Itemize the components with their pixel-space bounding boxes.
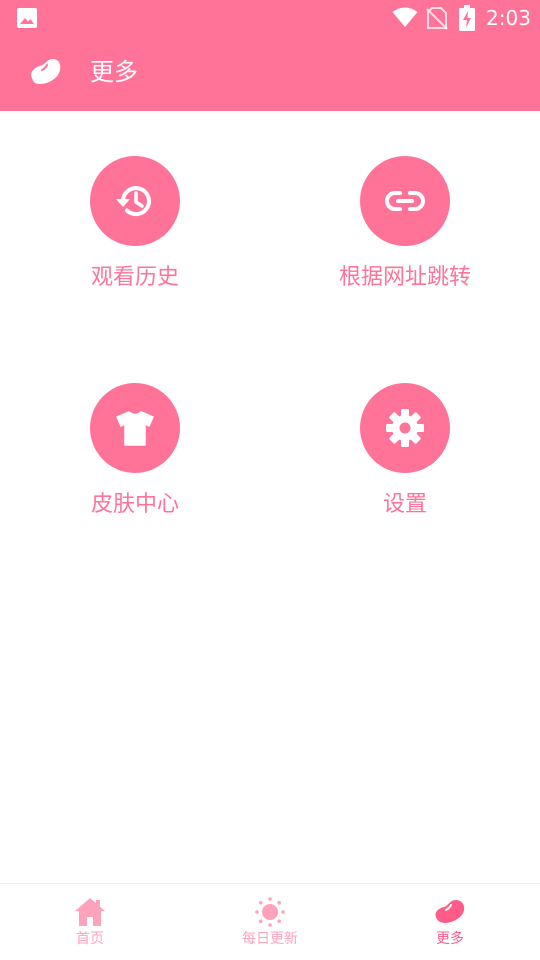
page-title: 更多	[90, 58, 138, 86]
menu-item-history[interactable]: 观看历史	[0, 156, 270, 326]
bean-icon	[435, 900, 465, 923]
app-header: 2:03 更多	[0, 0, 540, 111]
sun-icon	[255, 897, 285, 927]
nav-label: 更多	[436, 931, 464, 947]
history-icon	[116, 186, 151, 217]
menu-item-label: 皮肤中心	[90, 492, 179, 517]
settings-button[interactable]	[360, 383, 450, 473]
menu-item-url-jump[interactable]: 根据网址跳转	[270, 156, 540, 326]
link-icon	[385, 191, 425, 211]
bean-icon	[31, 59, 61, 84]
toolbar: 更多	[0, 36, 540, 111]
battery-charging-icon	[459, 5, 475, 31]
nav-tab-more[interactable]: 更多	[360, 884, 540, 960]
tshirt-icon	[116, 411, 154, 446]
bottom-navigation: 首页 每日更新 更多	[0, 883, 540, 960]
status-clock: 2:03	[486, 6, 531, 30]
menu-item-label: 观看历史	[90, 265, 179, 290]
url-jump-button[interactable]	[360, 156, 450, 246]
skin-center-button[interactable]	[90, 383, 180, 473]
nav-tab-home[interactable]: 首页	[0, 884, 180, 960]
menu-item-label: 根据网址跳转	[338, 265, 471, 290]
menu-item-settings[interactable]: 设置	[270, 383, 540, 553]
menu-item-skin-center[interactable]: 皮肤中心	[0, 383, 270, 553]
menu-item-label: 设置	[382, 492, 427, 517]
nav-label: 每日更新	[242, 931, 298, 947]
home-icon	[75, 898, 105, 926]
no-sim-icon	[426, 7, 448, 30]
nav-tab-daily-update[interactable]: 每日更新	[180, 884, 360, 960]
gallery-icon	[17, 8, 37, 28]
history-button[interactable]	[90, 156, 180, 246]
nav-label: 首页	[76, 931, 104, 947]
wifi-icon	[392, 7, 418, 27]
status-bar: 2:03	[0, 0, 540, 36]
gear-icon	[386, 409, 424, 447]
